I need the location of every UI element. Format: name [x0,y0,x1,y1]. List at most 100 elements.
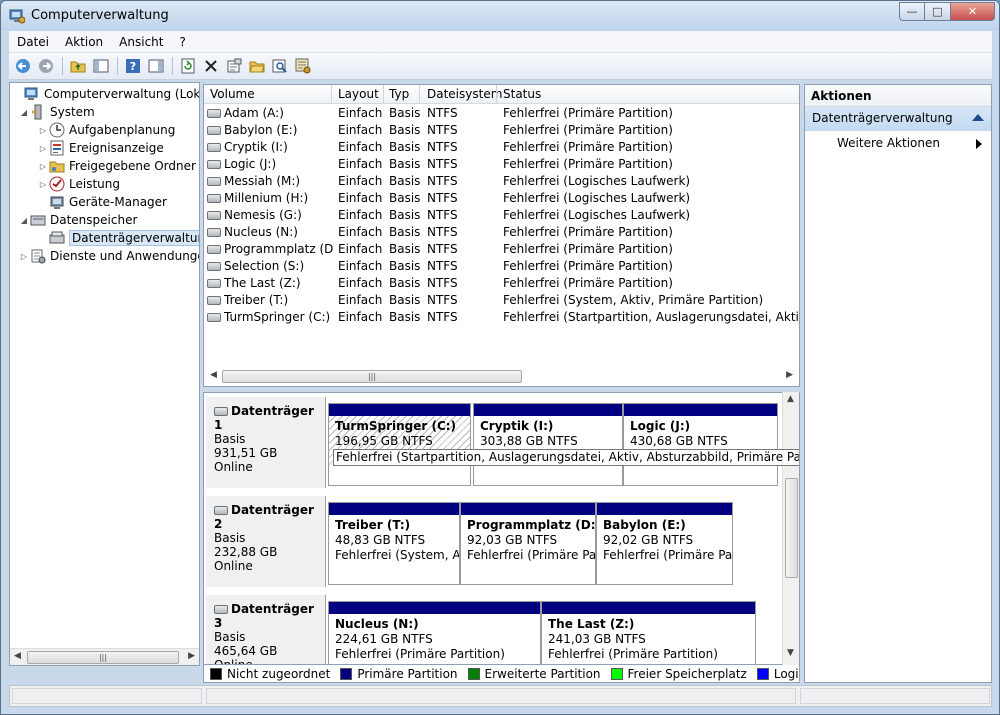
scroll-down-icon[interactable]: ▼ [787,648,794,658]
scroll-left-icon[interactable]: ◀ [14,651,21,661]
tree-item-geraete-manager[interactable]: Geräte-Manager [37,193,167,211]
volume-horizontal-scrollbar[interactable]: ◀ ||| ▶ [204,368,799,385]
volume-row[interactable]: Logic (J:) Einfach Basis NTFS Fehlerfrei (Pr… [204,156,799,173]
expand-icon[interactable]: ▷ [37,126,49,135]
volume-row[interactable]: Nucleus (N:) Einfach Basis NTFS Fehlerfrei (… [204,224,799,241]
volume-type: Basis [389,123,421,137]
expand-icon[interactable]: ▷ [37,162,49,171]
volume-row[interactable]: Millenium (H:) Einfach Basis NTFS Fehlerfrei… [204,190,799,207]
tree-item-aufgabenplanung[interactable]: ▷ Aufgabenplanung [37,121,175,139]
volume-layout: Einfach [338,174,383,188]
collapse-icon[interactable]: ◢ [18,108,30,117]
menu-help[interactable]: ? [171,35,193,49]
partition-block[interactable]: TurmSpringer (C:) 196,95 GB NTFS Fehlerfre… [328,403,799,486]
collapse-up-icon[interactable] [972,114,984,121]
maximize-button[interactable]: □ [925,2,951,21]
partition-block[interactable]: The Last (Z:) 241,03 GB NTFS Fehlerfrei (P… [541,601,756,664]
tree-item-datentraegerverwaltung[interactable]: Datenträgerverwaltung [37,229,199,247]
expand-icon[interactable]: ▷ [18,252,30,261]
volume-row[interactable]: Treiber (T:) Einfach Basis NTFS Fehlerfrei (… [204,292,799,309]
disk-label[interactable]: Datenträger 3 Basis 465,64 GB Online [206,595,326,664]
scroll-right-icon[interactable]: ▶ [188,651,195,661]
volume-row[interactable]: Messiah (M:) Einfach Basis NTFS Fehlerfrei (… [204,173,799,190]
scroll-right-icon[interactable]: ▶ [786,370,793,380]
volume-type: Basis [389,140,421,154]
volume-status: Fehlerfrei (Primäre Partition) [503,123,673,137]
volume-name: Adam (A:) [224,106,284,120]
close-button[interactable]: ✕ [951,2,995,21]
tree-item-leistung[interactable]: ▷ Leistung [37,175,120,193]
disk-size: 931,51 GB [214,446,278,460]
column-header-status[interactable]: Status [503,87,541,101]
expand-icon[interactable]: ▷ [37,180,49,189]
expand-icon[interactable]: ▷ [37,144,49,153]
volume-filesystem: NTFS [427,157,458,171]
tree-label: Computerverwaltung (Lokal) [44,87,200,101]
minimize-button[interactable]: — [899,2,925,21]
volume-status: Fehlerfrei (Primäre Partition) [503,276,673,290]
disk-view-vertical-scrollbar[interactable]: ▲ ▼ [782,392,799,665]
volume-row[interactable]: Babylon (E:) Einfach Basis NTFS Fehlerfrei (… [204,122,799,139]
disk-label[interactable]: Datenträger 1 Basis 931,51 GB Online [206,397,326,488]
collapse-icon[interactable]: ◢ [18,216,30,225]
volume-type: Basis [389,293,421,307]
up-folder-button[interactable] [67,55,89,77]
scroll-thumb[interactable] [785,478,798,578]
tree-horizontal-scrollbar[interactable]: ◀ ||| ▶ [10,648,199,665]
open-button[interactable] [246,55,268,77]
more-actions-item[interactable]: Weitere Aktionen [805,131,991,153]
partition-block[interactable]: Treiber (T:) 48,83 GB NTFS Fehlerfrei (Sys… [328,502,460,585]
primary-partition-bar [474,404,622,416]
show-hide-action-pane-button[interactable] [145,55,167,77]
refresh-button[interactable] [177,55,199,77]
scroll-left-icon[interactable]: ◀ [210,370,217,380]
actions-section-datentraegerverwaltung[interactable]: Datenträgerverwaltung [805,107,991,131]
volume-row[interactable]: Cryptik (I:) Einfach Basis NTFS Fehlerfrei (… [204,139,799,156]
legend-item: Erweiterte Partition [467,667,601,681]
back-button[interactable] [12,55,34,77]
volume-row[interactable]: Selection (S:) Einfach Basis NTFS Fehlerfrei… [204,258,799,275]
column-header-volume[interactable]: Volume [210,87,255,101]
column-header-layout[interactable]: Layout [338,87,379,101]
scroll-up-icon[interactable]: ▲ [787,394,794,404]
tree-item-root[interactable]: Computerverwaltung (Lokal) [12,85,200,103]
volume-row[interactable]: Nemesis (G:) Einfach Basis NTFS Fehlerfrei (… [204,207,799,224]
scroll-thumb[interactable]: ||| [27,651,179,664]
delete-button[interactable] [200,55,222,77]
column-header-typ[interactable]: Typ [389,87,409,101]
volume-type: Basis [389,208,421,222]
column-header-dateisystem[interactable]: Dateisystem [427,87,502,101]
volume-row[interactable]: Adam (A:) Einfach Basis NTFS Fehlerfrei (Pri… [204,105,799,122]
partition-block[interactable]: Babylon (E:) 92,02 GB NTFS Fehlerfrei (Pri… [596,502,733,585]
volume-filesystem: NTFS [427,191,458,205]
tree-item-system[interactable]: ◢ System [18,103,95,121]
menu-datei[interactable]: Datei [9,35,57,49]
volume-row[interactable]: Programmplatz (D:) Einfach Basis NTFS Fehler… [204,241,799,258]
search-button[interactable] [269,55,291,77]
tree-item-freigegebene-ordner[interactable]: ▷ Freigegebene Ordner [37,157,196,175]
properties-button[interactable] [223,55,245,77]
settings-button[interactable] [292,55,314,77]
volume-layout: Einfach [338,208,383,222]
forward-button[interactable] [35,55,57,77]
tree-item-ereignisanzeige[interactable]: ▷ Ereignisanzeige [37,139,164,157]
volume-layout: Einfach [338,242,383,256]
title-bar[interactable]: Computerverwaltung — □ ✕ [1,1,999,31]
partition-size: 92,02 GB NTFS [603,533,694,547]
menu-ansicht[interactable]: Ansicht [111,35,171,49]
partition-block[interactable]: Logic (J:) 430,68 GB NTFS [623,403,778,486]
disk-label[interactable]: Datenträger 2 Basis 232,88 GB Online [206,496,326,587]
legend-swatch [756,667,769,680]
tree-item-datenspeicher[interactable]: ◢ Datenspeicher [18,211,137,229]
menu-aktion[interactable]: Aktion [57,35,111,49]
tree-item-dienste[interactable]: ▷ Dienste und Anwendungen [18,247,199,265]
volume-filesystem: NTFS [427,276,458,290]
partition-block[interactable]: Programmplatz (D:) 92,03 GB NTFS Fehlerfre… [460,502,596,585]
show-hide-tree-button[interactable] [90,55,112,77]
scroll-thumb[interactable]: ||| [222,370,522,383]
help-button[interactable]: ? [122,55,144,77]
volume-row[interactable]: TurmSpringer (C:) Einfach Basis NTFS Fehlerf… [204,309,799,326]
partition-block[interactable]: Nucleus (N:) 224,61 GB NTFS Fehlerfrei (Pr… [328,601,541,664]
volume-row[interactable]: The Last (Z:) Einfach Basis NTFS Fehlerfrei … [204,275,799,292]
partition-block[interactable]: Cryptik (I:) 303,88 GB NTFS [473,403,623,486]
